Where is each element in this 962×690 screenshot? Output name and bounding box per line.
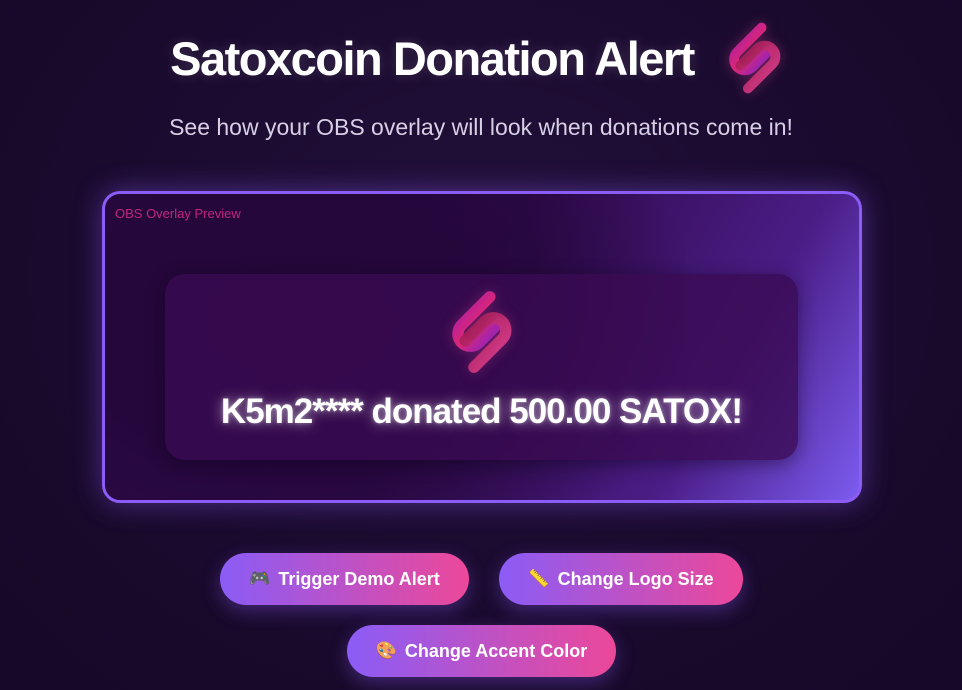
change-accent-color-label: Change Accent Color bbox=[404, 640, 588, 661]
header: Satoxcoin Donation Alert bbox=[0, 18, 962, 98]
change-logo-size-label: Change Logo Size bbox=[557, 568, 714, 589]
page: Satoxcoin Donation Alert See how your OB… bbox=[0, 0, 962, 690]
gamepad-icon: 🎮 bbox=[249, 569, 271, 588]
satoxcoin-logo-icon bbox=[452, 291, 512, 373]
preview-label: OBS Overlay Preview bbox=[115, 206, 241, 221]
ruler-icon: 📏 bbox=[528, 569, 550, 588]
donation-alert-card: K5m2**** donated 500.00 SATOX! bbox=[165, 274, 798, 460]
change-logo-size-button[interactable]: 📏 Change Logo Size bbox=[499, 553, 743, 605]
satoxcoin-logo-icon bbox=[729, 22, 781, 94]
palette-icon: 🎨 bbox=[375, 641, 397, 660]
trigger-demo-alert-button[interactable]: 🎮 Trigger Demo Alert bbox=[220, 553, 469, 605]
obs-overlay-preview: OBS Overlay Preview K5m2**** donated 500… bbox=[102, 191, 862, 503]
donation-alert-message: K5m2**** donated 500.00 SATOX! bbox=[220, 392, 743, 431]
change-accent-color-button[interactable]: 🎨 Change Accent Color bbox=[347, 625, 616, 677]
page-title: Satoxcoin Donation Alert bbox=[170, 31, 695, 85]
page-subtitle: See how your OBS overlay will look when … bbox=[169, 114, 793, 140]
trigger-demo-alert-label: Trigger Demo Alert bbox=[278, 568, 440, 589]
